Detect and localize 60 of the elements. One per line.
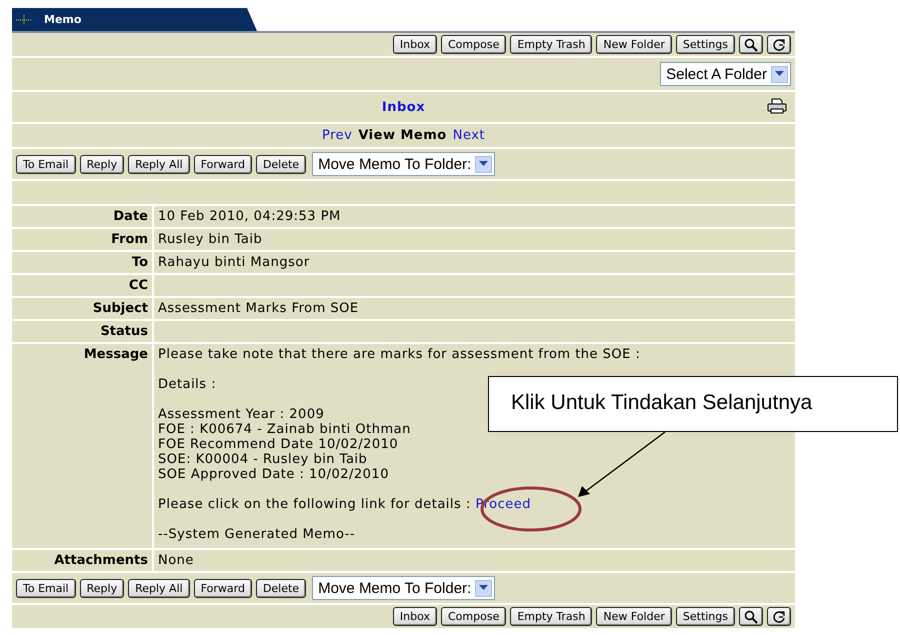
- detail-line: SOE: K00004 - Rusley bin Taib: [158, 452, 368, 467]
- printer-icon[interactable]: [767, 98, 787, 114]
- message-text: Please take note that there are marks for assessment from the SOE :: [158, 347, 642, 362]
- action-button[interactable]: Reply: [80, 154, 124, 174]
- detail-line: Assessment Year : 2009: [158, 407, 326, 422]
- field-label: Attachments: [12, 550, 152, 571]
- message-text: --System Generated Memo--: [158, 527, 356, 542]
- toolbar-button[interactable]: Inbox: [392, 607, 437, 626]
- action-button[interactable]: Reply: [80, 578, 124, 598]
- action-button[interactable]: To Email: [16, 154, 76, 174]
- move-folder-select[interactable]: Move Memo To Folder:: [312, 576, 496, 600]
- refresh-button[interactable]: [767, 607, 791, 626]
- field-value: Assessment Marks From SOE: [154, 298, 795, 319]
- field-label: Subject: [12, 298, 152, 319]
- search-button[interactable]: [739, 35, 763, 54]
- toolbar-button[interactable]: Inbox: [392, 35, 437, 54]
- move-folder-select[interactable]: Move Memo To Folder:: [312, 152, 496, 176]
- message-text: Details :: [158, 377, 218, 392]
- toolbar-button[interactable]: Compose: [441, 607, 506, 626]
- field-value: Rusley bin Taib: [154, 229, 795, 250]
- sparkle-icon: [16, 14, 32, 24]
- field-label: Date: [12, 206, 152, 227]
- prev-link[interactable]: Prev: [322, 128, 352, 143]
- toolbar-button[interactable]: Compose: [441, 35, 506, 54]
- toolbar-button[interactable]: Empty Trash: [510, 35, 592, 54]
- refresh-icon: [772, 610, 786, 624]
- refresh-button[interactable]: [767, 35, 791, 54]
- action-button[interactable]: Forward: [194, 578, 252, 598]
- action-button[interactable]: Forward: [194, 154, 252, 174]
- detail-line: SOE Approved Date : 10/02/2010: [158, 467, 390, 482]
- search-icon: [744, 38, 758, 52]
- action-button[interactable]: Reply All: [128, 154, 190, 174]
- callout-box: Klik Untuk Tindakan Selanjutnya: [488, 376, 898, 432]
- detail-line: FOE Recommend Date 10/02/2010: [158, 437, 400, 452]
- action-button[interactable]: Reply All: [128, 578, 190, 598]
- toolbar-button[interactable]: New Folder: [596, 607, 672, 626]
- toolbar-button[interactable]: Settings: [676, 35, 735, 54]
- search-icon: [744, 610, 758, 624]
- action-button[interactable]: Delete: [256, 154, 306, 174]
- field-label: To: [12, 252, 152, 273]
- page-title: View Memo: [358, 128, 447, 143]
- action-button[interactable]: Delete: [256, 578, 306, 598]
- next-link[interactable]: Next: [452, 128, 486, 143]
- field-value: Rahayu binti Mangsor: [154, 252, 795, 273]
- action-button[interactable]: To Email: [16, 578, 76, 598]
- memo-tab[interactable]: Memo: [12, 8, 257, 31]
- folder-heading: Inbox: [382, 100, 426, 114]
- field-label: From: [12, 229, 152, 250]
- toolbar-button[interactable]: Settings: [676, 607, 735, 626]
- toolbar-button[interactable]: New Folder: [596, 35, 672, 54]
- detail-line: FOE : K00674 - Zainab binti Othman: [158, 422, 412, 437]
- refresh-icon: [772, 38, 786, 52]
- folder-select[interactable]: Select A Folder: [660, 62, 791, 86]
- field-label: Status: [12, 321, 152, 342]
- field-label: CC: [12, 275, 152, 296]
- toolbar-button[interactable]: Empty Trash: [510, 607, 592, 626]
- field-value: 10 Feb 2010, 04:29:53 PM: [154, 206, 795, 227]
- field-label: Message: [12, 344, 152, 548]
- field-value: None: [154, 550, 795, 571]
- search-button[interactable]: [739, 607, 763, 626]
